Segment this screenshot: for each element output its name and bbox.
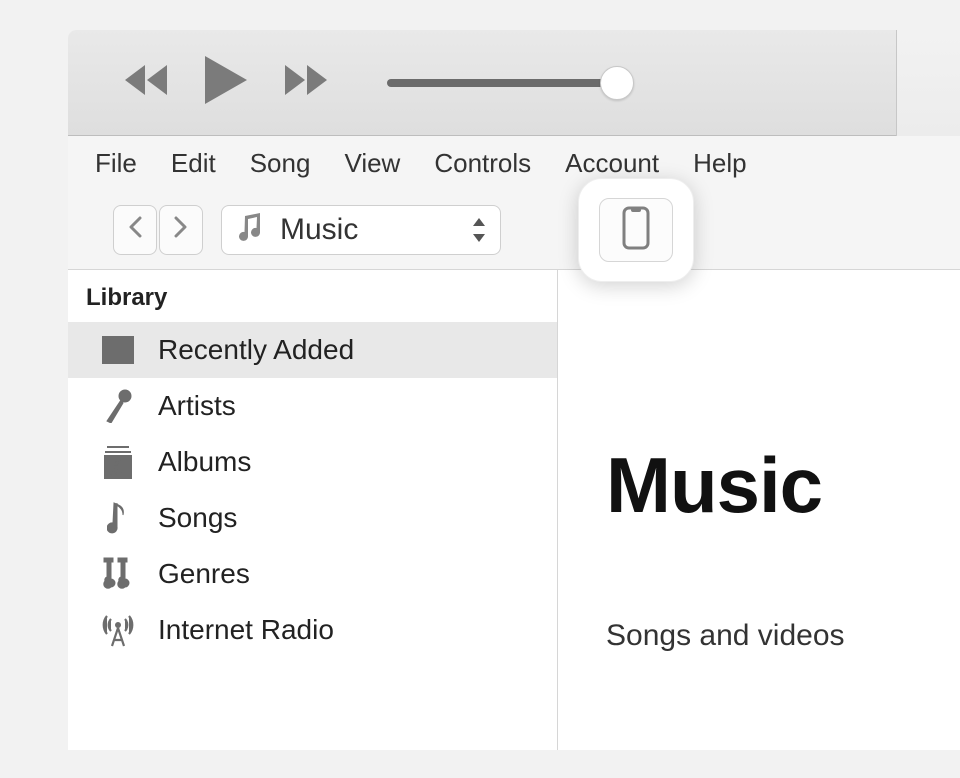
menu-help[interactable]: Help (676, 142, 763, 185)
player-bar (68, 30, 960, 136)
microphone-icon (100, 388, 136, 424)
smartphone-icon (622, 206, 650, 255)
albums-icon (100, 444, 136, 480)
toolbar: Music (68, 190, 960, 270)
music-note-icon (236, 212, 264, 247)
rewind-icon[interactable] (123, 65, 167, 100)
device-button-inner (599, 198, 673, 262)
sidebar-item-label: Internet Radio (158, 614, 334, 646)
media-type-label: Music (280, 213, 456, 247)
menu-controls[interactable]: Controls (417, 142, 548, 185)
page-subtitle: Songs and videos (606, 619, 960, 653)
sidebar-item-artists[interactable]: Artists (68, 378, 557, 434)
sidebar-item-label: Albums (158, 446, 251, 478)
playback-controls (123, 56, 329, 109)
sidebar-item-albums[interactable]: Albums (68, 434, 557, 490)
nav-back-button[interactable] (113, 205, 157, 255)
sidebar-item-recently-added[interactable]: Recently Added (68, 322, 557, 378)
chevron-right-icon (174, 214, 188, 245)
menu-bar: File Edit Song View Controls Account Hel… (68, 136, 960, 190)
song-note-icon (100, 500, 136, 536)
device-button[interactable] (578, 178, 694, 282)
sidebar-item-label: Recently Added (158, 334, 354, 366)
sidebar-item-label: Artists (158, 390, 236, 422)
menu-file[interactable]: File (78, 142, 154, 185)
guitar-icon (100, 556, 136, 592)
menu-view[interactable]: View (327, 142, 417, 185)
sidebar: Library Recently Added Artists Albums (68, 270, 558, 750)
radio-tower-icon (100, 612, 136, 648)
content-area: Library Recently Added Artists Albums (68, 270, 960, 750)
volume-track (387, 79, 617, 87)
app-window: File Edit Song View Controls Account Hel… (68, 30, 960, 750)
media-type-selector[interactable]: Music (221, 205, 501, 255)
play-icon[interactable] (205, 56, 247, 109)
sidebar-item-songs[interactable]: Songs (68, 490, 557, 546)
chevron-left-icon (128, 214, 142, 245)
sidebar-item-label: Genres (158, 558, 250, 590)
sidebar-section-header: Library (68, 270, 557, 322)
menu-song[interactable]: Song (233, 142, 328, 185)
volume-slider[interactable] (387, 79, 617, 87)
sidebar-item-label: Songs (158, 502, 237, 534)
sidebar-item-internet-radio[interactable]: Internet Radio (68, 602, 557, 658)
grid-icon (100, 332, 136, 368)
history-nav (113, 205, 203, 255)
sidebar-item-genres[interactable]: Genres (68, 546, 557, 602)
menu-edit[interactable]: Edit (154, 142, 233, 185)
updown-stepper-icon (472, 218, 486, 242)
volume-thumb[interactable] (600, 66, 634, 100)
nav-forward-button[interactable] (159, 205, 203, 255)
main-panel: Music Songs and videos (558, 270, 960, 750)
lcd-display-area (896, 30, 960, 136)
fast-forward-icon[interactable] (285, 65, 329, 100)
page-title: Music (606, 440, 960, 531)
